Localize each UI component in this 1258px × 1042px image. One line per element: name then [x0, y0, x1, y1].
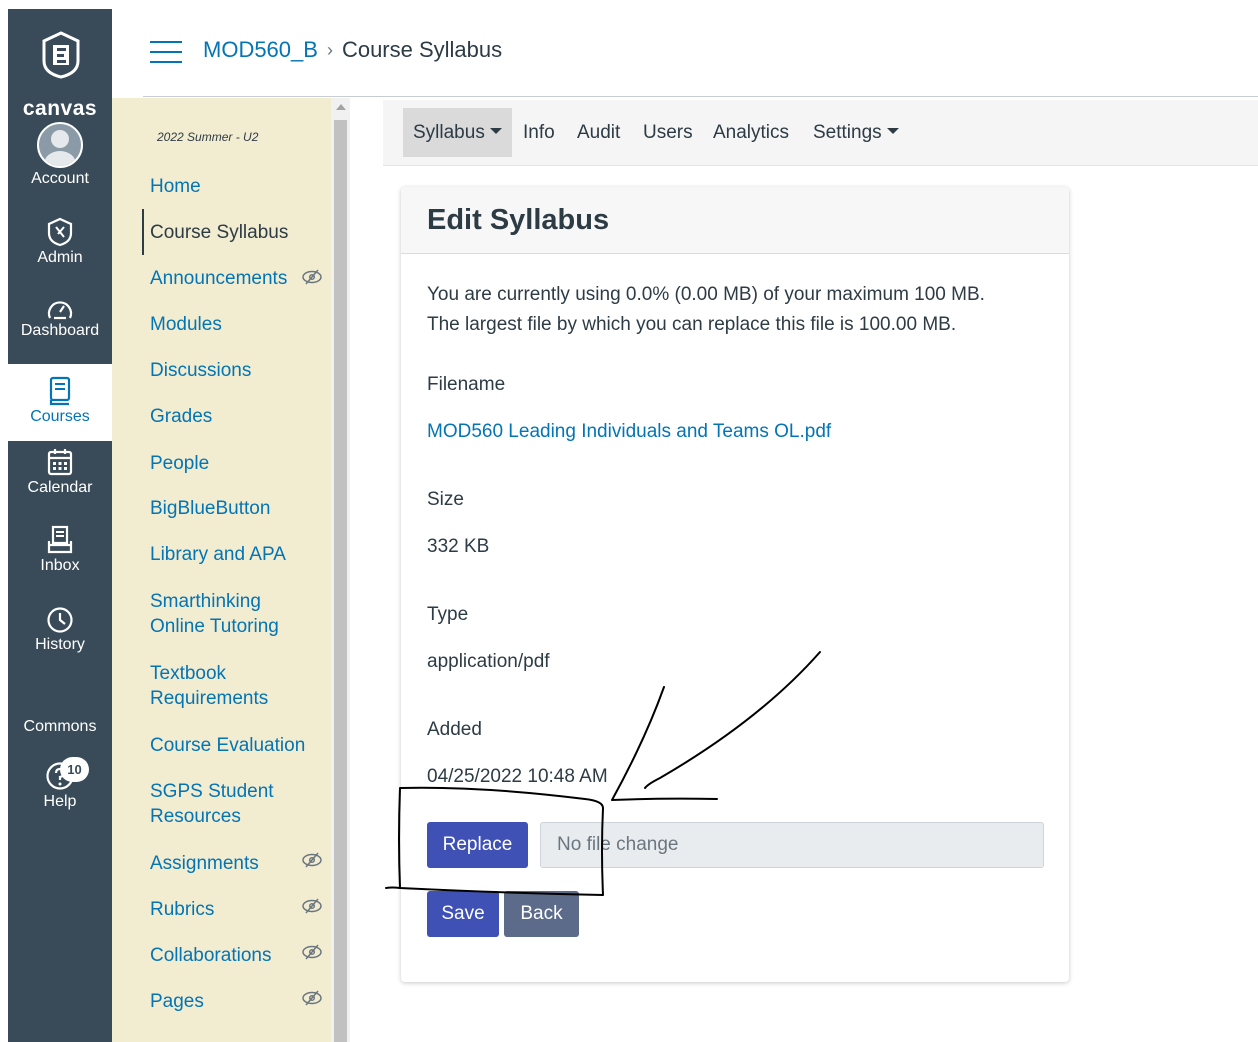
breadcrumb-course-link[interactable]: MOD560_B [203, 37, 318, 63]
save-button[interactable]: Save [427, 891, 499, 937]
tab-syllabus-label: Syllabus [413, 122, 485, 143]
nav-help-label: Help [43, 793, 77, 810]
course-nav-sgps-line1: SGPS Student [150, 781, 274, 802]
logo-shield-icon [42, 31, 80, 79]
card-title: Edit Syllabus [427, 204, 610, 236]
nav-calendar[interactable]: Calendar [8, 447, 112, 497]
course-nav-grades[interactable]: Grades [150, 404, 212, 429]
tab-syllabus[interactable]: Syllabus [403, 108, 512, 157]
course-nav-home[interactable]: Home [150, 174, 201, 199]
nav-calendar-label: Calendar [27, 479, 93, 496]
nav-courses-label: Courses [30, 408, 90, 425]
course-nav-rubrics[interactable]: Rubrics [150, 897, 214, 922]
nav-commons-label: Commons [23, 718, 97, 735]
tab-audit[interactable]: Audit [567, 108, 630, 157]
course-nav-bigbluebutton[interactable]: BigBlueButton [150, 496, 270, 521]
syllabus-subtabs: Syllabus Info Audit Users Analytics Sett… [383, 100, 1258, 166]
course-nav-course-evaluation[interactable]: Course Evaluation [150, 733, 305, 758]
course-nav-textbook[interactable]: Textbook Requirements [150, 661, 268, 711]
course-nav-announcements[interactable]: Announcements [150, 266, 287, 291]
nav-account[interactable]: Account [8, 122, 112, 198]
nav-inbox[interactable]: Inbox [8, 525, 112, 575]
size-label: Size [427, 489, 464, 510]
eye-slash-icon [302, 898, 322, 914]
course-nav-course-syllabus[interactable]: Course Syllabus [150, 220, 288, 245]
user-icon [37, 122, 83, 168]
tab-info[interactable]: Info [513, 108, 565, 157]
nav-dashboard-label: Dashboard [20, 322, 100, 339]
course-nav-modules[interactable]: Modules [150, 312, 222, 337]
course-nav-textbook-line2: Requirements [150, 688, 269, 709]
replace-button[interactable]: Replace [427, 822, 528, 868]
eye-slash-icon [302, 269, 322, 285]
usage-line-1: You are currently using 0.0% (0.00 MB) o… [427, 284, 985, 305]
book-icon [49, 376, 71, 406]
course-nav-smarthinking-line2: Online Tutoring [150, 616, 279, 637]
help-notification-badge: 10 [60, 757, 89, 782]
course-nav-smarthinking[interactable]: Smarthinking Online Tutoring [150, 589, 279, 639]
course-nav-sgps-line2: Resources [150, 806, 241, 827]
nav-history[interactable]: History [8, 606, 112, 654]
course-term: 2022 Summer - U2 [157, 130, 259, 144]
tab-settings-label: Settings [813, 122, 882, 143]
page-header: MOD560_B › Course Syllabus [143, 9, 1258, 97]
tab-users[interactable]: Users [633, 108, 703, 157]
course-nav-assignments[interactable]: Assignments [150, 851, 259, 876]
dashboard-icon [47, 301, 73, 320]
nav-admin[interactable]: Admin [8, 217, 112, 267]
logo-text: canvas [22, 97, 98, 120]
usage-line-2: The largest file by which you can replac… [427, 314, 957, 335]
card-header: Edit Syllabus [401, 187, 1069, 254]
eye-slash-icon [302, 944, 322, 960]
clock-icon [47, 607, 73, 633]
nav-dashboard[interactable]: Dashboard [8, 298, 112, 340]
course-nav-discussions[interactable]: Discussions [150, 358, 251, 383]
nav-admin-label: Admin [37, 249, 83, 266]
hamburger-menu-icon[interactable] [150, 41, 182, 65]
nav-account-label: Account [31, 170, 89, 187]
eye-slash-icon [302, 852, 322, 868]
added-value: 04/25/2022 10:48 AM [427, 766, 608, 787]
course-nav-smarthinking-line1: Smarthinking [150, 591, 261, 612]
course-nav-library-apa[interactable]: Library and APA [150, 542, 286, 567]
breadcrumb: MOD560_B › Course Syllabus [203, 37, 502, 63]
shield-icon [47, 217, 73, 247]
breadcrumb-current-page: Course Syllabus [341, 37, 503, 62]
nav-history-label: History [35, 636, 85, 653]
tab-analytics[interactable]: Analytics [703, 108, 799, 157]
filename-label: Filename [427, 374, 506, 395]
course-nav-people[interactable]: People [150, 451, 209, 476]
added-label: Added [427, 719, 482, 740]
tab-settings[interactable]: Settings [803, 108, 909, 157]
global-nav: canvas Account Admin Dashboard Courses C… [8, 9, 112, 1042]
type-value: application/pdf [427, 651, 550, 672]
size-value: 332 KB [427, 536, 490, 557]
nav-help[interactable]: 10 Help [8, 757, 112, 819]
nav-courses[interactable]: Courses [8, 364, 112, 441]
type-label: Type [427, 604, 469, 625]
course-nav-scrollbar[interactable] [331, 98, 350, 1042]
breadcrumb-separator: › [326, 39, 333, 60]
filename-link[interactable]: MOD560 Leading Individuals and Teams OL.… [427, 421, 831, 443]
course-nav-textbook-line1: Textbook [150, 663, 227, 684]
scrollbar-thumb[interactable] [334, 120, 347, 1042]
nav-inbox-label: Inbox [40, 557, 80, 574]
back-button[interactable]: Back [504, 891, 579, 937]
canvas-logo[interactable]: canvas [8, 25, 112, 120]
nav-commons[interactable]: Commons [8, 716, 112, 736]
course-nav: 2022 Summer - U2 Home Course Syllabus An… [112, 98, 331, 1042]
course-nav-sgps-resources[interactable]: SGPS Student Resources [150, 779, 274, 829]
scroll-up-arrow-icon[interactable] [336, 104, 346, 110]
calendar-icon [47, 449, 73, 476]
dropdown-caret-icon [886, 128, 899, 134]
edit-syllabus-card: Edit Syllabus You are currently using 0.… [401, 187, 1069, 982]
active-indicator [142, 209, 144, 255]
dropdown-caret-icon [489, 128, 502, 134]
file-input[interactable]: No file change [540, 822, 1044, 868]
eye-slash-icon [302, 990, 322, 1006]
course-nav-pages[interactable]: Pages [150, 989, 204, 1014]
inbox-icon [47, 525, 73, 554]
course-nav-collaborations[interactable]: Collaborations [150, 943, 271, 968]
